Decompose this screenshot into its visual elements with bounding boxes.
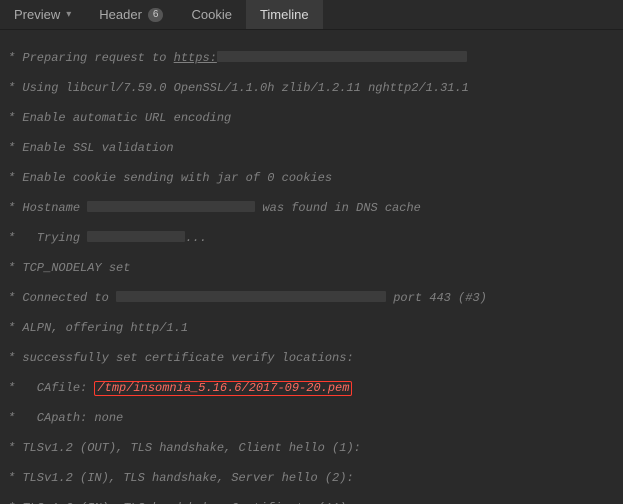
log-line: * CApath: none: [8, 411, 617, 426]
log-line: * TLSv1.2 (IN), TLS handshake, Server he…: [8, 471, 617, 486]
tab-preview[interactable]: Preview ▾: [0, 0, 85, 29]
log-line: * Enable automatic URL encoding: [8, 111, 617, 126]
tab-timeline-label: Timeline: [260, 7, 309, 22]
log-line: * Preparing request to https:: [8, 51, 617, 66]
request-url: https:: [174, 51, 217, 65]
tab-preview-label: Preview: [14, 7, 60, 22]
log-line: * Connected to port 443 (#3): [8, 291, 617, 306]
timeline-log: * Preparing request to https: * Using li…: [0, 30, 623, 504]
log-line: * Hostname was found in DNS cache: [8, 201, 617, 216]
tab-cookie[interactable]: Cookie: [177, 0, 245, 29]
tab-cookie-label: Cookie: [191, 7, 231, 22]
chevron-down-icon: ▾: [66, 9, 71, 20]
log-line: * Trying ...: [8, 231, 617, 246]
log-line: * ALPN, offering http/1.1: [8, 321, 617, 336]
log-line: * Enable cookie sending with jar of 0 co…: [8, 171, 617, 186]
tab-header-label: Header: [99, 7, 142, 22]
ca-file-path: /tmp/insomnia_5.16.6/2017-09-20.pem: [94, 381, 352, 396]
log-line: * Enable SSL validation: [8, 141, 617, 156]
log-line: * CAfile: /tmp/insomnia_5.16.6/2017-09-2…: [8, 381, 617, 396]
tab-header[interactable]: Header 6: [85, 0, 177, 29]
header-count-badge: 6: [148, 8, 164, 22]
log-line: * successfully set certificate verify lo…: [8, 351, 617, 366]
tab-timeline[interactable]: Timeline: [246, 0, 323, 29]
log-line: * Using libcurl/7.59.0 OpenSSL/1.1.0h zl…: [8, 81, 617, 96]
log-line: * TCP_NODELAY set: [8, 261, 617, 276]
log-line: * TLSv1.2 (OUT), TLS handshake, Client h…: [8, 441, 617, 456]
tab-bar: Preview ▾ Header 6 Cookie Timeline: [0, 0, 623, 30]
